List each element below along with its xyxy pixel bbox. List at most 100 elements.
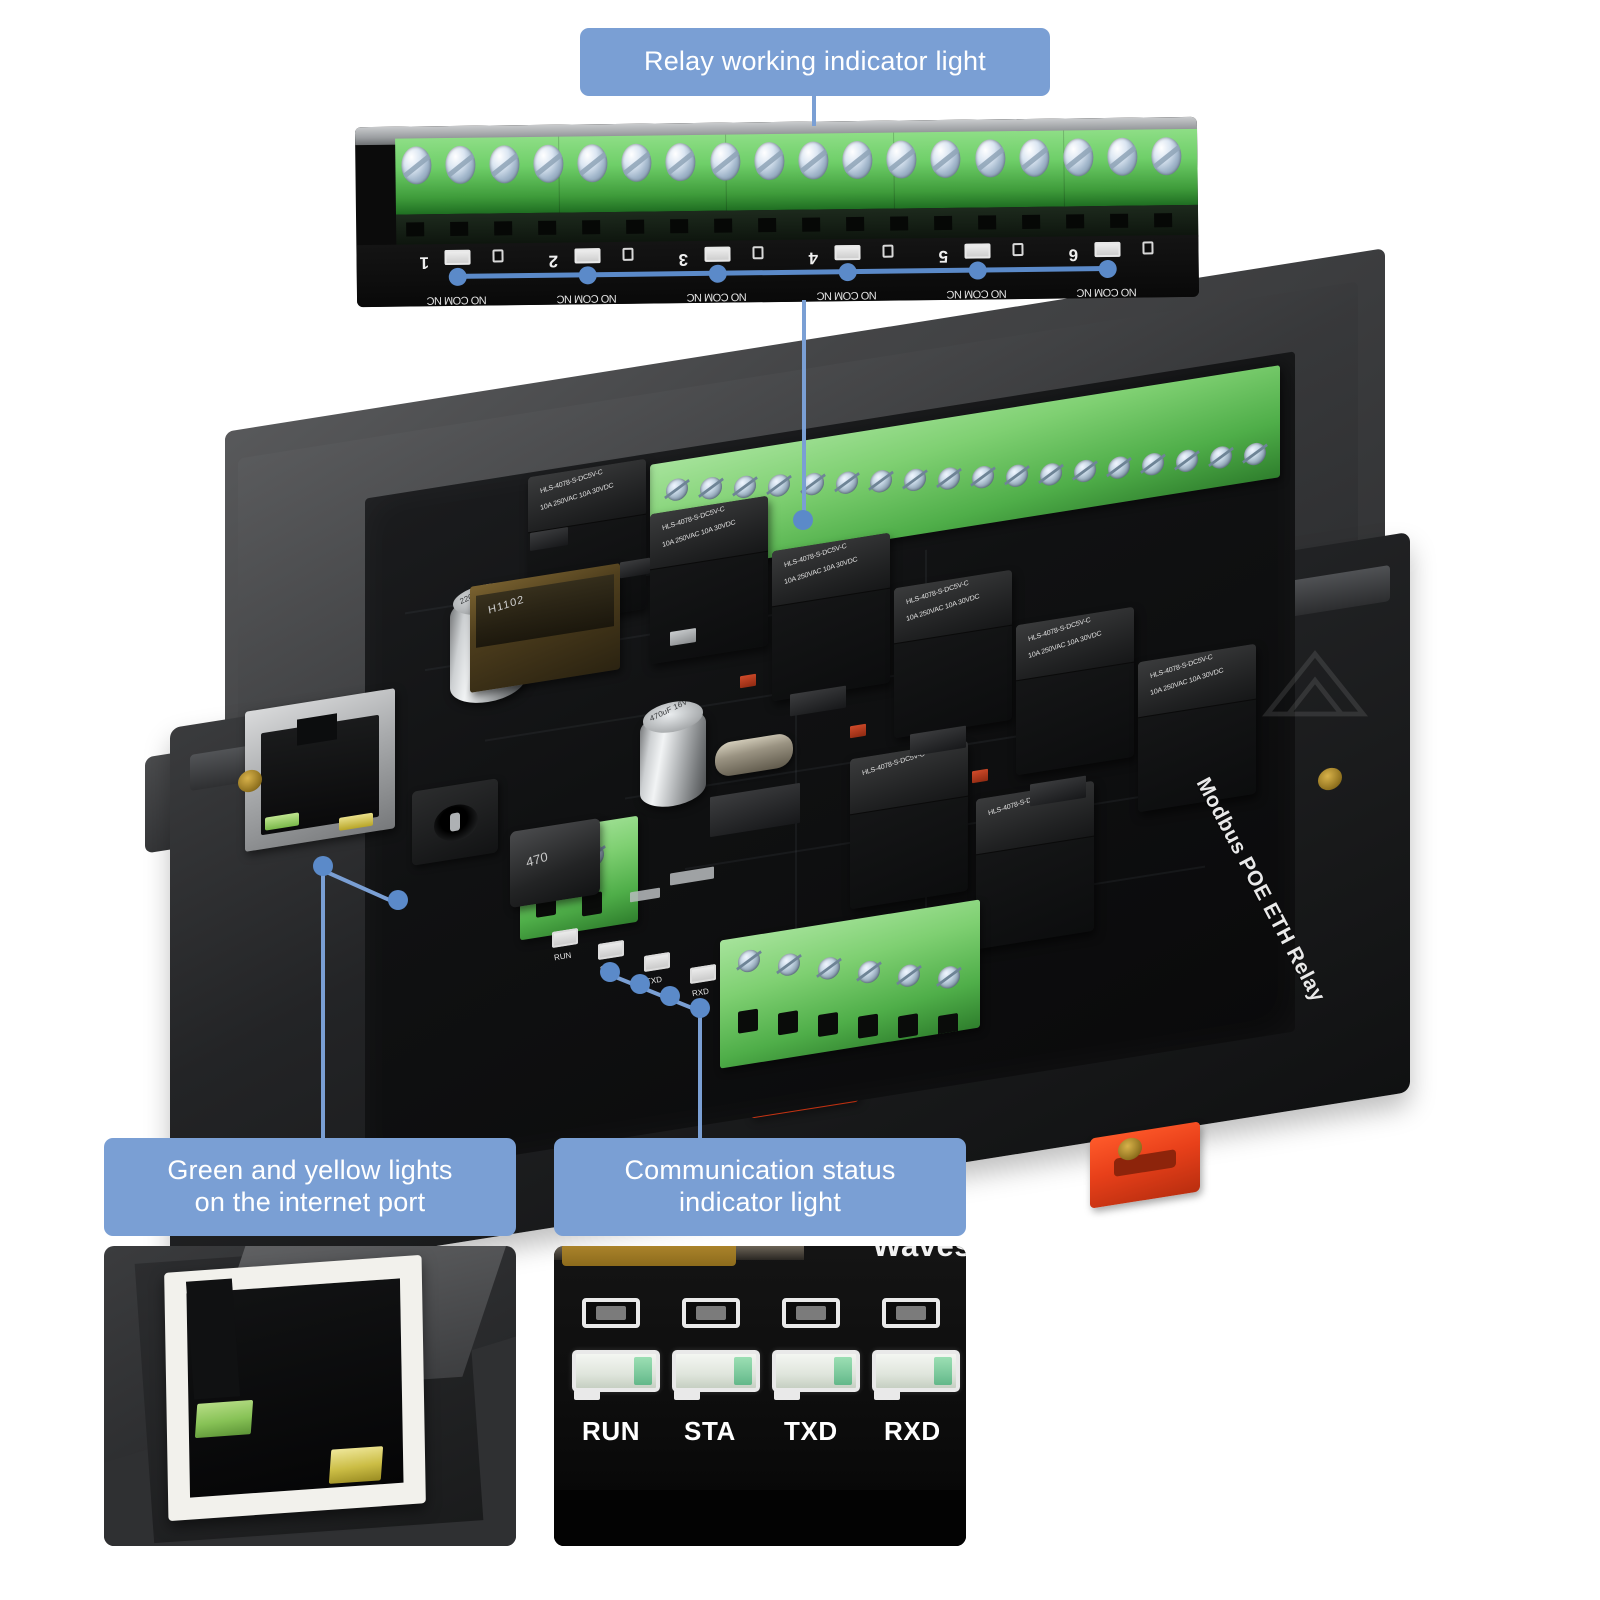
callout-anchor-relay-terminal — [793, 510, 813, 530]
rj45-port-detail-panel — [104, 1246, 516, 1546]
smd-led-red — [850, 723, 866, 739]
inductor-label: 470 — [524, 848, 549, 870]
relay-led-dot — [708, 264, 727, 283]
smd-led-red — [740, 673, 756, 689]
channel-number: 2 — [548, 251, 559, 271]
terminal-silk-footer: NO COM NC — [816, 288, 877, 302]
anchor-status-led-txd — [660, 986, 680, 1006]
relay-indicator-pad — [622, 247, 634, 261]
anchor-rj45-yellow-led — [388, 890, 408, 910]
relay-led-dot — [578, 266, 597, 285]
terminal-screw — [1063, 138, 1094, 177]
detail-link-led-green — [194, 1399, 254, 1439]
terminal-silk-footer: NO COM NC — [426, 293, 487, 307]
resistor-pad-txd — [782, 1298, 840, 1328]
leader-rj45-to-label — [321, 872, 325, 1138]
anchor-status-led-run — [600, 962, 620, 982]
relay-indicator-led — [704, 246, 731, 262]
led-label-rxd: RXD — [884, 1416, 941, 1446]
resistor-pad-rxd — [882, 1298, 940, 1328]
terminal-screw — [577, 144, 608, 183]
terminal-screw — [489, 145, 520, 184]
ethernet-rj45-port — [245, 688, 395, 852]
callout-relay-line-1: Relay working indicator light — [644, 46, 986, 77]
anchor-status-led-rxd — [690, 998, 710, 1018]
smd-led-red — [972, 768, 988, 784]
terminal-screw — [665, 142, 696, 182]
relay-led-dot — [1098, 259, 1117, 279]
led-label-sta: STA — [684, 1416, 736, 1446]
callout-relay-working-indicator: Relay working indicator light — [580, 28, 1050, 96]
terminal-silk-footer: NO COM NC — [686, 290, 747, 304]
led-txd — [772, 1350, 860, 1400]
status-led-detail-panel: Waves RUN STA TXD RXD — [554, 1246, 966, 1546]
relay-indicator-pad — [1012, 242, 1024, 257]
relay-indicator-led — [1094, 241, 1121, 258]
anchor-status-led-sta — [630, 974, 650, 994]
callout-eth-line-1: Green and yellow lights — [167, 1155, 453, 1186]
callout-eth-line-2: on the internet port — [194, 1187, 426, 1217]
resistor-pad-sta — [682, 1298, 740, 1328]
led-run — [572, 1350, 660, 1400]
relay-indicator-led — [574, 248, 601, 264]
relay-led-dot — [838, 263, 857, 282]
resistor-pad-run — [582, 1298, 640, 1328]
led-label-run: RUN — [582, 1416, 641, 1446]
callout-ethernet-port-lights: Green and yellow lights on the internet … — [104, 1138, 516, 1236]
relay-module: HLS-4078-S-DC5V-C 10A 250VAC 10A 30VDC — [650, 495, 768, 665]
terminal-screw — [710, 142, 741, 181]
dc-power-jack — [412, 778, 498, 866]
channel-number: 1 — [419, 253, 430, 273]
terminal-screw — [1019, 138, 1050, 178]
led-label-txd: TXD — [784, 1416, 838, 1446]
channel-number: 6 — [1068, 245, 1079, 265]
terminal-screw — [842, 140, 873, 180]
leader-status-to-label — [698, 1006, 702, 1138]
relay-indicator-pad — [492, 249, 504, 263]
terminal-screw — [445, 145, 476, 185]
terminal-silk-footer: NO COM NC — [556, 291, 617, 305]
relay-indicator-pad — [1142, 241, 1154, 255]
terminal-screw — [975, 139, 1006, 178]
terminal-screw — [1107, 137, 1138, 176]
detail-panel-bottom-shadow — [554, 1490, 966, 1546]
relay-module: HLS-4078-S-DC5V-C — [850, 740, 968, 910]
brand-text: Waves — [872, 1246, 966, 1264]
detail-activity-led-yellow — [328, 1446, 384, 1484]
callout-communication-status: Communication status indicator light — [554, 1138, 966, 1236]
callout-comm-line-1: Communication status — [624, 1155, 896, 1186]
led-sta — [672, 1350, 760, 1400]
relay-indicator-led — [834, 244, 861, 261]
channel-number: 4 — [808, 248, 819, 268]
electrolytic-capacitor-small: 470uF 16V — [640, 697, 706, 812]
relay-indicator-led — [964, 243, 991, 259]
leader-relay-label-to-strip — [812, 96, 816, 126]
relay-module: HLS-4078-S-DC5V-C — [976, 780, 1094, 950]
relay-module: HLS-4078-S-DC5V-C 10A 250VAC 10A 30VDC — [1016, 606, 1134, 776]
terminal-screw — [886, 140, 917, 179]
detail-rj45-latch-notch — [185, 1278, 241, 1400]
terminal-screw — [401, 146, 432, 185]
relay-led-dot — [968, 261, 987, 280]
led-rxd — [872, 1350, 960, 1400]
detail-capacitor-strip — [562, 1246, 736, 1266]
relay-indicator-led — [444, 249, 471, 266]
detail-strip-pcb-row: 1 2 3 4 5 6 NO COM NC NO COM NC NO COM N… — [356, 234, 1200, 308]
terminal-screw — [533, 144, 564, 183]
power-inductor: 470 — [510, 817, 600, 909]
terminal-screw — [621, 143, 652, 182]
relay-led-dot — [448, 267, 467, 287]
relay-indicator-pad — [882, 244, 894, 258]
terminal-screw — [1151, 137, 1182, 176]
relay-module: HLS-4078-S-DC5V-C 10A 250VAC 10A 30VDC — [894, 569, 1012, 739]
terminal-silk-footer: NO COM NC — [946, 287, 1007, 300]
relay-indicator-pad — [752, 246, 764, 260]
anchor-rj45-green-led — [313, 856, 333, 876]
callout-comm-line-2: indicator light — [678, 1187, 842, 1217]
brand-watermark-icon — [1262, 650, 1368, 717]
product-photo: HLS-4078-S-DC5V-C 10A 250VAC 10A 30VDC H… — [145, 248, 1450, 1289]
product-annotation-diagram: Relay working indicator light 1 2 3 4 5 … — [0, 0, 1600, 1600]
terminal-screw — [930, 139, 961, 179]
terminal-block-detail-strip: 1 2 3 4 5 6 NO COM NC NO COM NC NO COM N… — [354, 116, 1200, 308]
channel-number: 5 — [938, 246, 949, 267]
